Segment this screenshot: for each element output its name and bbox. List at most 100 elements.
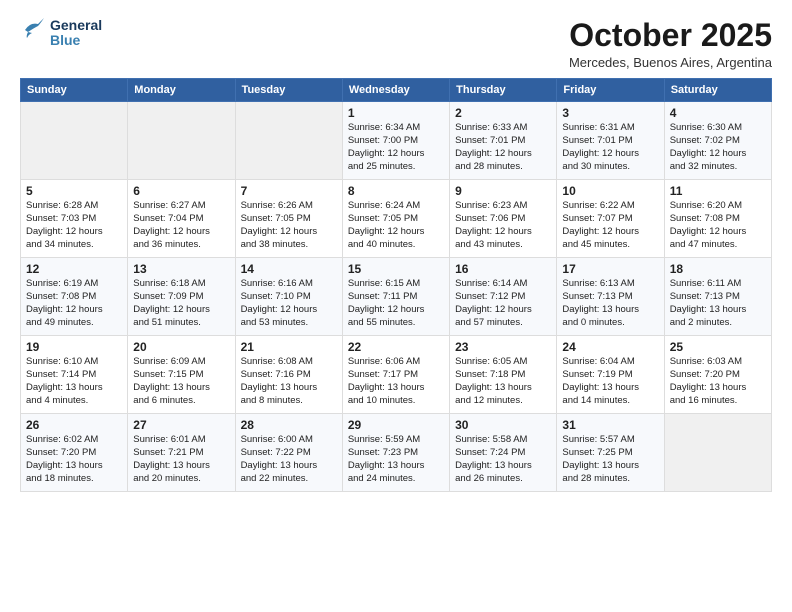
day-number: 27	[133, 418, 229, 432]
weekday-header-saturday: Saturday	[664, 79, 771, 102]
calendar-cell: 22Sunrise: 6:06 AM Sunset: 7:17 PM Dayli…	[342, 336, 449, 414]
calendar-cell: 1 Sunrise: 6:34 AM Sunset: 7:00 PM Daylig…	[342, 102, 449, 180]
day-detail: Sunrise: 6:00 AM Sunset: 7:22 PM Dayligh…	[241, 434, 337, 485]
day-number: 1	[348, 106, 444, 120]
day-number: 14	[241, 262, 337, 276]
day-number: 25	[670, 340, 766, 354]
calendar-cell	[664, 414, 771, 492]
day-detail: Sunrise: 6:28 AM Sunset: 7:03 PM Dayligh…	[26, 200, 122, 251]
day-detail: Sunrise: 6:14 AM Sunset: 7:12 PM Dayligh…	[455, 278, 551, 329]
calendar-cell: 18Sunrise: 6:11 AM Sunset: 7:13 PM Dayli…	[664, 258, 771, 336]
weekday-header-tuesday: Tuesday	[235, 79, 342, 102]
day-number: 11	[670, 184, 766, 198]
day-detail: Sunrise: 6:20 AM Sunset: 7:08 PM Dayligh…	[670, 200, 766, 251]
day-number: 12	[26, 262, 122, 276]
calendar-table: SundayMondayTuesdayWednesdayThursdayFrid…	[20, 78, 772, 492]
day-detail: Sunrise: 6:11 AM Sunset: 7:13 PM Dayligh…	[670, 278, 766, 329]
month-title: October 2025	[569, 18, 772, 53]
day-number: 21	[241, 340, 337, 354]
day-detail: Sunrise: 5:58 AM Sunset: 7:24 PM Dayligh…	[455, 434, 551, 485]
logo-bird-svg	[20, 18, 44, 42]
weekday-header-sunday: Sunday	[21, 79, 128, 102]
title-section: October 2025 Mercedes, Buenos Aires, Arg…	[569, 18, 772, 70]
calendar-cell: 3 Sunrise: 6:31 AM Sunset: 7:01 PM Daylig…	[557, 102, 664, 180]
day-number: 13	[133, 262, 229, 276]
day-number: 22	[348, 340, 444, 354]
calendar-cell: 8Sunrise: 6:24 AM Sunset: 7:05 PM Daylig…	[342, 180, 449, 258]
logo-text-block: General Blue	[50, 18, 102, 49]
calendar-cell: 13 Sunrise: 6:18 AM Sunset: 7:09 PM Dayli…	[128, 258, 235, 336]
day-number: 17	[562, 262, 658, 276]
calendar-cell: 24Sunrise: 6:04 AM Sunset: 7:19 PM Dayli…	[557, 336, 664, 414]
day-number: 4	[670, 106, 766, 120]
logo: General Blue	[20, 18, 102, 49]
calendar-cell: 26 Sunrise: 6:02 AM Sunset: 7:20 PM Dayli…	[21, 414, 128, 492]
logo-container: General Blue	[20, 18, 102, 49]
calendar-cell: 11 Sunrise: 6:20 AM Sunset: 7:08 PM Dayli…	[664, 180, 771, 258]
day-number: 10	[562, 184, 658, 198]
calendar-week-2: 5 Sunrise: 6:28 AM Sunset: 7:03 PM Daylig…	[21, 180, 772, 258]
calendar-cell: 9 Sunrise: 6:23 AM Sunset: 7:06 PM Daylig…	[450, 180, 557, 258]
day-detail: Sunrise: 6:27 AM Sunset: 7:04 PM Dayligh…	[133, 200, 229, 251]
day-detail: Sunrise: 5:59 AM Sunset: 7:23 PM Dayligh…	[348, 434, 444, 485]
day-number: 19	[26, 340, 122, 354]
day-detail: Sunrise: 6:22 AM Sunset: 7:07 PM Dayligh…	[562, 200, 658, 251]
calendar-cell: 2Sunrise: 6:33 AM Sunset: 7:01 PM Daylig…	[450, 102, 557, 180]
calendar-week-4: 19Sunrise: 6:10 AM Sunset: 7:14 PM Dayli…	[21, 336, 772, 414]
day-number: 6	[133, 184, 229, 198]
weekday-header-wednesday: Wednesday	[342, 79, 449, 102]
weekday-header-thursday: Thursday	[450, 79, 557, 102]
day-number: 15	[348, 262, 444, 276]
day-detail: Sunrise: 6:13 AM Sunset: 7:13 PM Dayligh…	[562, 278, 658, 329]
day-number: 28	[241, 418, 337, 432]
calendar-cell	[21, 102, 128, 180]
day-detail: Sunrise: 6:31 AM Sunset: 7:01 PM Dayligh…	[562, 122, 658, 173]
calendar-cell: 21Sunrise: 6:08 AM Sunset: 7:16 PM Dayli…	[235, 336, 342, 414]
header: General Blue October 2025 Mercedes, Buen…	[20, 18, 772, 70]
day-detail: Sunrise: 6:09 AM Sunset: 7:15 PM Dayligh…	[133, 356, 229, 407]
weekday-header-monday: Monday	[128, 79, 235, 102]
day-number: 26	[26, 418, 122, 432]
logo-line2: Blue	[50, 33, 102, 48]
day-number: 23	[455, 340, 551, 354]
day-number: 24	[562, 340, 658, 354]
calendar-cell: 16Sunrise: 6:14 AM Sunset: 7:12 PM Dayli…	[450, 258, 557, 336]
calendar-week-5: 26 Sunrise: 6:02 AM Sunset: 7:20 PM Dayli…	[21, 414, 772, 492]
day-number: 7	[241, 184, 337, 198]
calendar-cell: 28 Sunrise: 6:00 AM Sunset: 7:22 PM Dayli…	[235, 414, 342, 492]
calendar-cell: 15 Sunrise: 6:15 AM Sunset: 7:11 PM Dayli…	[342, 258, 449, 336]
calendar-cell: 17 Sunrise: 6:13 AM Sunset: 7:13 PM Dayli…	[557, 258, 664, 336]
weekday-header-friday: Friday	[557, 79, 664, 102]
day-number: 9	[455, 184, 551, 198]
day-detail: Sunrise: 6:33 AM Sunset: 7:01 PM Dayligh…	[455, 122, 551, 173]
day-number: 3	[562, 106, 658, 120]
calendar-week-3: 12Sunrise: 6:19 AM Sunset: 7:08 PM Dayli…	[21, 258, 772, 336]
day-detail: Sunrise: 6:03 AM Sunset: 7:20 PM Dayligh…	[670, 356, 766, 407]
calendar-cell: 31 Sunrise: 5:57 AM Sunset: 7:25 PM Dayli…	[557, 414, 664, 492]
day-detail: Sunrise: 6:16 AM Sunset: 7:10 PM Dayligh…	[241, 278, 337, 329]
day-number: 5	[26, 184, 122, 198]
day-detail: Sunrise: 6:05 AM Sunset: 7:18 PM Dayligh…	[455, 356, 551, 407]
day-number: 31	[562, 418, 658, 432]
calendar-cell: 4 Sunrise: 6:30 AM Sunset: 7:02 PM Daylig…	[664, 102, 771, 180]
calendar-week-1: 1 Sunrise: 6:34 AM Sunset: 7:00 PM Daylig…	[21, 102, 772, 180]
day-detail: Sunrise: 6:30 AM Sunset: 7:02 PM Dayligh…	[670, 122, 766, 173]
logo-line1: General	[50, 18, 102, 33]
day-detail: Sunrise: 6:15 AM Sunset: 7:11 PM Dayligh…	[348, 278, 444, 329]
day-detail: Sunrise: 6:02 AM Sunset: 7:20 PM Dayligh…	[26, 434, 122, 485]
calendar-cell: 7Sunrise: 6:26 AM Sunset: 7:05 PM Daylig…	[235, 180, 342, 258]
day-detail: Sunrise: 5:57 AM Sunset: 7:25 PM Dayligh…	[562, 434, 658, 485]
day-detail: Sunrise: 6:34 AM Sunset: 7:00 PM Dayligh…	[348, 122, 444, 173]
day-number: 29	[348, 418, 444, 432]
day-detail: Sunrise: 6:24 AM Sunset: 7:05 PM Dayligh…	[348, 200, 444, 251]
day-detail: Sunrise: 6:23 AM Sunset: 7:06 PM Dayligh…	[455, 200, 551, 251]
day-detail: Sunrise: 6:01 AM Sunset: 7:21 PM Dayligh…	[133, 434, 229, 485]
weekday-header-row: SundayMondayTuesdayWednesdayThursdayFrid…	[21, 79, 772, 102]
day-detail: Sunrise: 6:18 AM Sunset: 7:09 PM Dayligh…	[133, 278, 229, 329]
calendar-cell: 30 Sunrise: 5:58 AM Sunset: 7:24 PM Dayli…	[450, 414, 557, 492]
calendar-cell: 23 Sunrise: 6:05 AM Sunset: 7:18 PM Dayli…	[450, 336, 557, 414]
day-number: 30	[455, 418, 551, 432]
calendar-cell	[235, 102, 342, 180]
calendar-cell	[128, 102, 235, 180]
subtitle: Mercedes, Buenos Aires, Argentina	[569, 55, 772, 70]
